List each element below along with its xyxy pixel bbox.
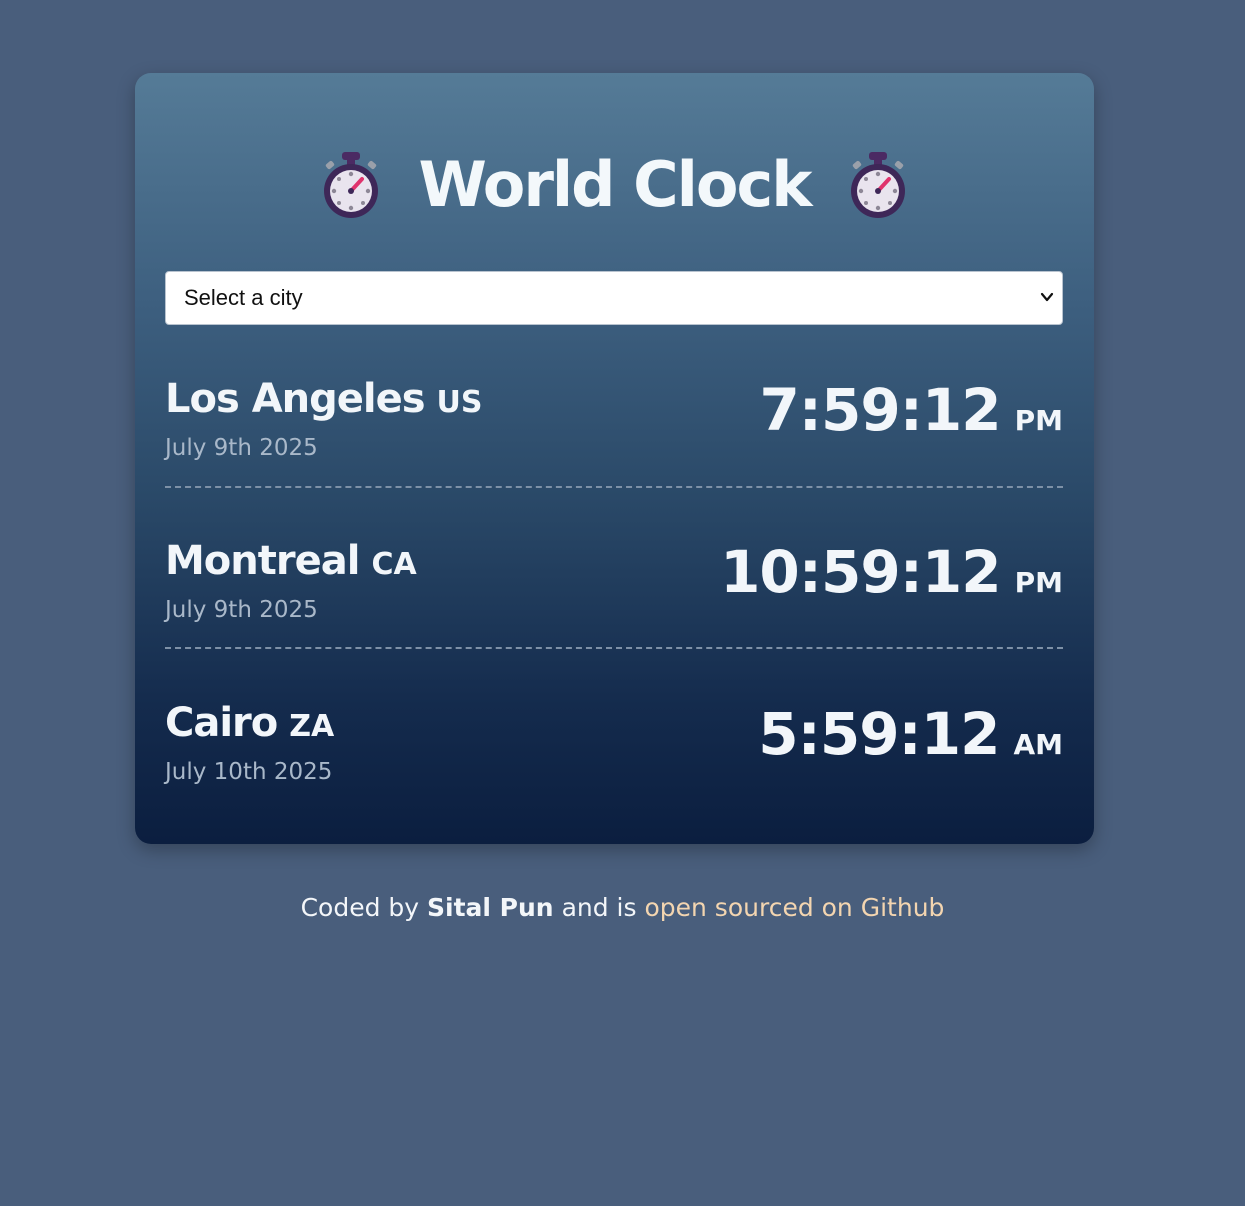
city-name-text: Montreal bbox=[165, 538, 360, 584]
country-code: ZA bbox=[289, 709, 335, 744]
city-name-text: Cairo bbox=[165, 700, 278, 746]
city-select[interactable]: Select a city bbox=[165, 271, 1063, 325]
world-clock-card: World Clock Select a city Los Angeles US … bbox=[135, 73, 1094, 844]
stopwatch-icon bbox=[851, 152, 906, 218]
time-value: 5:59:12 bbox=[758, 700, 1000, 768]
footer: Coded by Sital Pun and is open sourced o… bbox=[0, 893, 1245, 922]
city-name: Montreal CA bbox=[165, 541, 417, 581]
stopwatch-icon bbox=[323, 152, 378, 218]
city-select-value: Select a city bbox=[184, 285, 303, 310]
city-time: 5:59:12 AM bbox=[758, 705, 1063, 763]
chevron-down-icon bbox=[1040, 292, 1054, 302]
city-name-text: Los Angeles bbox=[165, 376, 426, 422]
city-date: July 10th 2025 bbox=[165, 759, 333, 785]
city-time: 7:59:12 PM bbox=[759, 381, 1063, 439]
city-date: July 9th 2025 bbox=[165, 435, 318, 461]
divider bbox=[165, 647, 1063, 649]
country-code: US bbox=[436, 385, 483, 420]
page-title: World Clock bbox=[418, 148, 813, 221]
footer-author: Sital Pun bbox=[427, 893, 554, 922]
footer-middle: and is bbox=[561, 893, 637, 922]
divider bbox=[165, 486, 1063, 488]
time-value: 10:59:12 bbox=[720, 538, 1002, 606]
github-link[interactable]: open sourced on Github bbox=[644, 893, 944, 922]
time-ampm: PM bbox=[1014, 566, 1063, 599]
header: World Clock bbox=[135, 145, 1094, 225]
city-row-los-angeles: Los Angeles US July 9th 2025 7:59:12 PM bbox=[165, 373, 1063, 483]
city-date: July 9th 2025 bbox=[165, 597, 318, 623]
city-row-montreal: Montreal CA July 9th 2025 10:59:12 PM bbox=[165, 535, 1063, 645]
city-name: Cairo ZA bbox=[165, 703, 334, 743]
footer-prefix: Coded by bbox=[300, 893, 420, 922]
city-time: 10:59:12 PM bbox=[720, 543, 1063, 601]
time-ampm: AM bbox=[1013, 728, 1063, 761]
country-code: CA bbox=[371, 547, 417, 582]
time-ampm: PM bbox=[1014, 404, 1063, 437]
city-name: Los Angeles US bbox=[165, 379, 483, 419]
city-row-cairo: Cairo ZA July 10th 2025 5:59:12 AM bbox=[165, 697, 1063, 807]
time-value: 7:59:12 bbox=[759, 376, 1001, 444]
